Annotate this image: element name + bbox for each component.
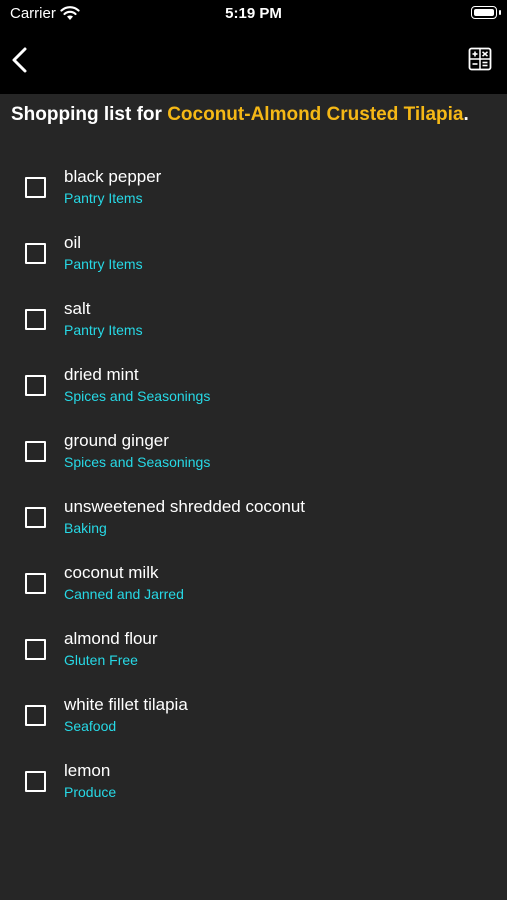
- item-name: almond flour: [64, 629, 158, 648]
- calculator-button[interactable]: [468, 47, 492, 71]
- clock: 5:19 PM: [225, 5, 282, 22]
- checkbox[interactable]: [25, 639, 46, 660]
- battery-icon: [471, 6, 501, 19]
- checkbox[interactable]: [25, 705, 46, 726]
- list-item[interactable]: almond flour Gluten Free: [0, 626, 507, 692]
- list-item[interactable]: dried mint Spices and Seasonings: [0, 362, 507, 428]
- item-name: black pepper: [64, 167, 162, 186]
- checkbox[interactable]: [25, 507, 46, 528]
- list-item[interactable]: white fillet tilapia Seafood: [0, 692, 507, 758]
- item-category: Gluten Free: [64, 652, 138, 668]
- item-name: ground ginger: [64, 431, 169, 450]
- item-category: Spices and Seasonings: [64, 454, 211, 470]
- item-category: Produce: [64, 784, 117, 800]
- title-prefix: Shopping list for: [11, 104, 168, 125]
- list-item[interactable]: coconut milk Canned and Jarred: [0, 560, 507, 626]
- item-category: Pantry Items: [64, 256, 143, 272]
- page-title: Shopping list for Coconut-Almond Crusted…: [11, 103, 481, 126]
- list-item[interactable]: lemon Produce: [0, 758, 507, 824]
- list-item[interactable]: ground ginger Spices and Seasonings: [0, 428, 507, 494]
- checkbox[interactable]: [25, 573, 46, 594]
- item-category: Canned and Jarred: [64, 586, 184, 602]
- item-name: dried mint: [64, 365, 139, 384]
- checkbox[interactable]: [25, 771, 46, 792]
- item-name: salt: [64, 299, 91, 318]
- item-name: coconut milk: [64, 563, 159, 582]
- checkbox[interactable]: [25, 375, 46, 396]
- item-category: Spices and Seasonings: [64, 388, 211, 404]
- item-category: Seafood: [64, 718, 117, 734]
- list-item[interactable]: oil Pantry Items: [0, 230, 507, 296]
- back-button[interactable]: [8, 45, 32, 75]
- checkbox[interactable]: [25, 441, 46, 462]
- item-category: Pantry Items: [64, 190, 143, 206]
- checkbox[interactable]: [25, 243, 46, 264]
- item-name: white fillet tilapia: [64, 695, 188, 714]
- title-suffix: .: [463, 104, 469, 125]
- item-name: lemon: [64, 761, 111, 780]
- navigation-bar: Carrier 5:19 PM: [0, 0, 507, 94]
- list-item[interactable]: unsweetened shredded coconut Baking: [0, 494, 507, 560]
- item-category: Pantry Items: [64, 322, 143, 338]
- item-name: oil: [64, 233, 82, 252]
- list-item[interactable]: black pepper Pantry Items: [0, 164, 507, 230]
- item-category: Baking: [64, 520, 107, 536]
- checkbox[interactable]: [25, 177, 46, 198]
- recipe-name: Coconut-Almond Crusted Tilapia: [167, 104, 464, 125]
- list-item[interactable]: salt Pantry Items: [0, 296, 507, 362]
- checkbox[interactable]: [25, 309, 46, 330]
- status-bar: Carrier 5:19 PM: [0, 0, 507, 28]
- shopping-list: black pepper Pantry Items oil Pantry Ite…: [0, 164, 507, 824]
- item-name: unsweetened shredded coconut: [64, 497, 306, 516]
